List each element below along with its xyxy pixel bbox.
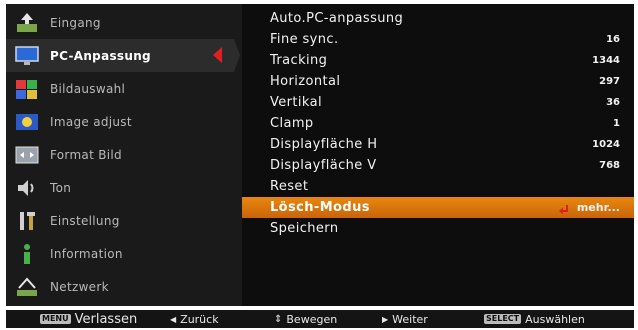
row-value: mehr... bbox=[576, 201, 620, 214]
move-label: Bewegen bbox=[286, 312, 338, 326]
row-label: Reset bbox=[270, 179, 309, 194]
left-arrow-icon: ◀ bbox=[170, 314, 177, 324]
row-label: Clamp bbox=[270, 116, 314, 131]
menu-item-einstellung[interactable]: Einstellung bbox=[6, 204, 234, 237]
nav-hint-bar: MENU Verlassen ◀ Zurück ⇕ Bewegen ▶ Weit… bbox=[6, 310, 634, 328]
select-key-icon: SELECT bbox=[484, 314, 522, 324]
row-auto-pc-adjust[interactable]: Auto.PC-anpassung bbox=[242, 8, 634, 29]
menu-item-netzwerk[interactable]: Netzwerk bbox=[6, 270, 234, 303]
select-label: Auswählen bbox=[525, 312, 585, 326]
menu-item-ton[interactable]: Ton bbox=[6, 171, 234, 204]
row-value: 36 bbox=[606, 97, 620, 108]
menu-item-format-bild[interactable]: Format Bild bbox=[6, 138, 234, 171]
image-adjust-icon bbox=[14, 110, 40, 134]
row-label: Fine sync. bbox=[270, 32, 339, 47]
back-label: Zurück bbox=[180, 312, 219, 326]
network-icon bbox=[14, 275, 40, 299]
row-reset[interactable]: Reset bbox=[242, 176, 634, 197]
row-label: Displayfläche H bbox=[270, 137, 378, 152]
back-hint: ◀ Zurück bbox=[170, 313, 219, 326]
input-icon bbox=[14, 11, 40, 35]
exit-hint: MENU Verlassen bbox=[40, 312, 137, 327]
projector-osd-menu: Eingang PC-Anpassung Bildauswahl Image a… bbox=[6, 4, 634, 306]
menu-item-label: PC-Anpassung bbox=[50, 48, 151, 63]
right-arrow-icon: ▶ bbox=[382, 314, 389, 324]
row-label: Tracking bbox=[270, 53, 328, 68]
menu-item-label: Bildauswahl bbox=[50, 81, 126, 96]
row-tracking[interactable]: Tracking 1344 bbox=[242, 50, 634, 71]
row-speichern[interactable]: Speichern bbox=[242, 218, 634, 239]
row-label: Vertikal bbox=[270, 95, 323, 110]
move-hint: ⇕ Bewegen bbox=[274, 313, 337, 326]
menu-item-image-adjust[interactable]: Image adjust bbox=[6, 105, 234, 138]
row-value: 16 bbox=[606, 34, 620, 45]
row-display-area-h[interactable]: Displayfläche H 1024 bbox=[242, 134, 634, 155]
row-loesch-modus[interactable]: Lösch-Modus mehr... bbox=[242, 197, 634, 218]
menu-key-icon: MENU bbox=[40, 314, 71, 324]
screen-format-icon bbox=[14, 143, 40, 167]
row-label: Auto.PC-anpassung bbox=[270, 11, 404, 26]
row-value: 297 bbox=[599, 76, 620, 87]
image-select-icon bbox=[14, 77, 40, 101]
row-clamp[interactable]: Clamp 1 bbox=[242, 113, 634, 134]
menu-item-label: Einstellung bbox=[50, 213, 120, 228]
row-horizontal[interactable]: Horizontal 297 bbox=[242, 71, 634, 92]
row-vertikal[interactable]: Vertikal 36 bbox=[242, 92, 634, 113]
next-label: Weiter bbox=[392, 312, 428, 326]
row-display-area-v[interactable]: Displayfläche V 768 bbox=[242, 155, 634, 176]
row-label: Speichern bbox=[270, 221, 339, 236]
menu-item-label: Image adjust bbox=[50, 114, 132, 129]
speaker-icon bbox=[14, 176, 40, 200]
select-hint: SELECT Auswählen bbox=[484, 313, 585, 326]
menu-item-label: Eingang bbox=[50, 15, 101, 30]
menu-item-bildauswahl[interactable]: Bildauswahl bbox=[6, 72, 234, 105]
row-value: 768 bbox=[599, 160, 620, 171]
menu-item-pc-anpassung[interactable]: PC-Anpassung bbox=[6, 39, 240, 72]
active-tab-pointer bbox=[234, 39, 240, 72]
menu-item-label: Information bbox=[50, 246, 123, 261]
main-menu: Eingang PC-Anpassung Bildauswahl Image a… bbox=[6, 4, 240, 306]
pc-monitor-icon bbox=[14, 44, 40, 68]
row-value: 1344 bbox=[592, 55, 620, 66]
menu-item-information[interactable]: Information bbox=[6, 237, 234, 270]
enter-arrow-icon bbox=[558, 201, 570, 215]
row-label: Displayfläche V bbox=[270, 158, 377, 173]
exit-label: Verlassen bbox=[74, 311, 138, 327]
menu-item-label: Ton bbox=[50, 180, 72, 195]
next-hint: ▶ Weiter bbox=[382, 313, 428, 326]
info-icon bbox=[14, 242, 40, 266]
up-down-arrow-icon: ⇕ bbox=[274, 313, 283, 325]
row-value: 1 bbox=[613, 118, 620, 129]
tools-icon bbox=[14, 209, 40, 233]
row-label: Horizontal bbox=[270, 74, 341, 89]
row-label: Lösch-Modus bbox=[270, 200, 370, 215]
row-fine-sync[interactable]: Fine sync. 16 bbox=[242, 29, 634, 50]
selection-arrow-icon bbox=[213, 47, 222, 63]
menu-item-label: Format Bild bbox=[50, 147, 122, 162]
pc-adjust-submenu: Auto.PC-anpassung Fine sync. 16 Tracking… bbox=[242, 4, 634, 306]
menu-item-label: Netzwerk bbox=[50, 279, 109, 294]
menu-item-eingang[interactable]: Eingang bbox=[6, 6, 234, 39]
row-value: 1024 bbox=[592, 139, 620, 150]
